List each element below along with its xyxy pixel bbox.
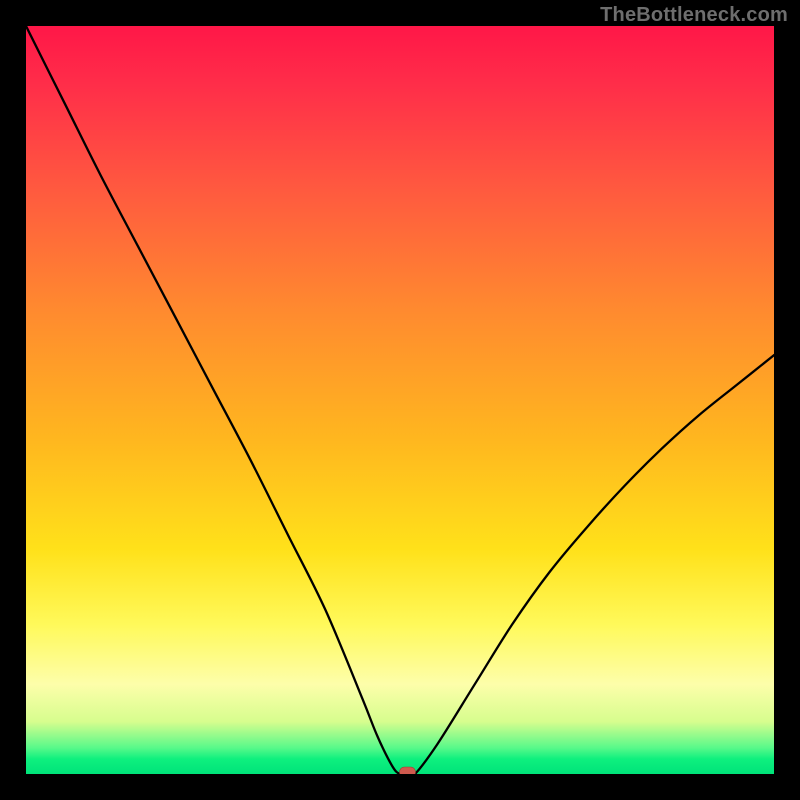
plot-area <box>26 26 774 774</box>
watermark-text: TheBottleneck.com <box>600 4 788 27</box>
minimum-marker <box>400 767 416 774</box>
curve-svg <box>26 26 774 774</box>
bottleneck-curve <box>26 26 774 774</box>
chart-frame: TheBottleneck.com <box>0 0 800 800</box>
